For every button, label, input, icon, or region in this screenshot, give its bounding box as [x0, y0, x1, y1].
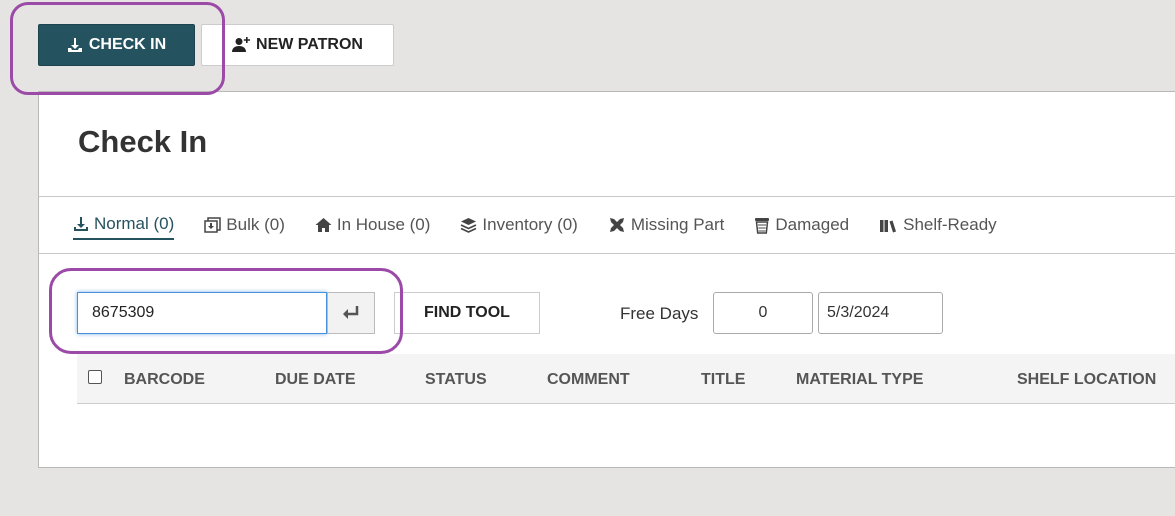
tab-normal-label: Normal (0)	[94, 214, 175, 233]
barcode-input[interactable]	[77, 292, 327, 334]
free-days-input[interactable]	[713, 292, 813, 334]
tab-damaged-label: Damaged	[775, 215, 850, 234]
tab-in-house[interactable]: In House (0)	[315, 212, 431, 240]
download-icon	[73, 216, 89, 232]
books-icon	[879, 217, 898, 233]
tab-missing-part[interactable]: Missing Part	[608, 212, 725, 240]
tab-in-house-label: In House (0)	[336, 215, 431, 234]
tab-bulk-label: Bulk (0)	[226, 215, 285, 234]
check-in-panel: Check In Normal (0) Bulk (0) In House (0…	[38, 91, 1175, 468]
tab-inventory-label: Inventory (0)	[482, 215, 578, 234]
title-divider	[39, 196, 1175, 197]
due-date-input[interactable]	[818, 292, 943, 334]
tab-shelf-ready-label: Shelf-Ready	[903, 215, 997, 234]
column-header-shelf-location[interactable]: SHELF LOCATION	[1017, 371, 1156, 389]
check-in-label: CHECK IN	[88, 36, 167, 53]
tab-missing-part-label: Missing Part	[630, 215, 725, 234]
tab-damaged[interactable]: Damaged	[754, 212, 849, 240]
trash-icon	[754, 217, 770, 234]
download-icon	[67, 37, 83, 53]
submit-barcode-button[interactable]	[327, 292, 375, 334]
enter-icon	[341, 305, 361, 321]
column-header-comment[interactable]: COMMENT	[547, 371, 630, 389]
tab-bulk[interactable]: Bulk (0)	[204, 212, 285, 240]
new-patron-label: NEW PATRON	[256, 36, 363, 53]
tab-shelf-ready[interactable]: Shelf-Ready	[879, 212, 997, 240]
home-icon	[315, 217, 332, 233]
items-table-header: BARCODE DUE DATE STATUS COMMENT TITLE MA…	[77, 354, 1175, 404]
new-patron-button[interactable]: NEW PATRON	[201, 24, 394, 66]
find-tool-button[interactable]: FIND TOOL	[394, 292, 540, 334]
check-in-button[interactable]: CHECK IN	[38, 24, 195, 66]
column-header-title[interactable]: TITLE	[701, 371, 745, 389]
puzzle-icon	[608, 216, 626, 234]
tabs-divider	[39, 253, 1175, 254]
column-header-barcode[interactable]: BARCODE	[124, 371, 205, 389]
bulk-icon	[204, 217, 222, 233]
page-title: Check In	[78, 124, 208, 159]
check-in-mode-tabs: Normal (0) Bulk (0) In House (0) Invento…	[73, 212, 1027, 240]
tab-normal[interactable]: Normal (0)	[73, 212, 175, 240]
layers-icon	[460, 217, 477, 233]
select-all-checkbox[interactable]	[88, 370, 102, 384]
column-header-status[interactable]: STATUS	[425, 371, 487, 389]
column-header-material-type[interactable]: MATERIAL TYPE	[796, 371, 923, 389]
free-days-label: Free Days	[620, 304, 699, 323]
tab-inventory[interactable]: Inventory (0)	[460, 212, 578, 240]
user-plus-icon	[232, 37, 251, 53]
column-header-due-date[interactable]: DUE DATE	[275, 371, 356, 389]
top-toolbar: CHECK IN NEW PATRON	[38, 24, 394, 66]
